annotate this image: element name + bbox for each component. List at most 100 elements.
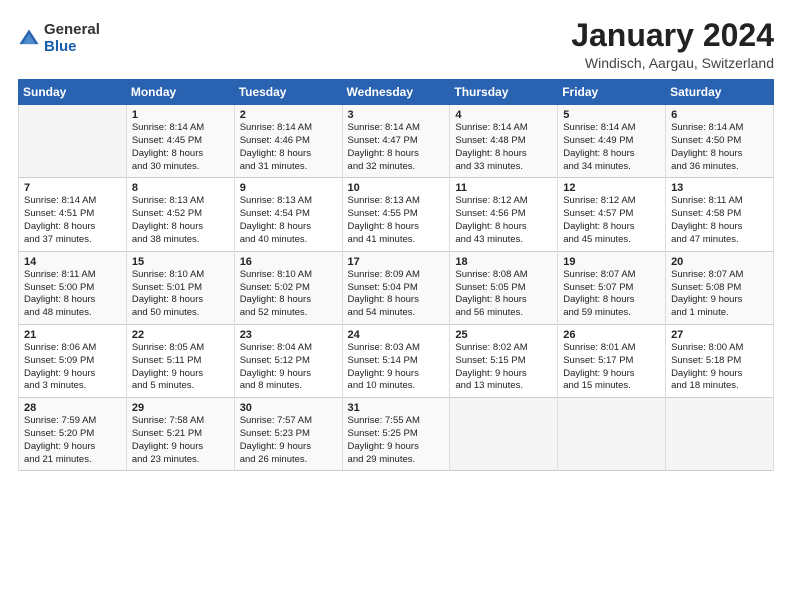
location: Windisch, Aargau, Switzerland	[571, 55, 774, 71]
day-number: 2	[240, 109, 337, 121]
day-info: Sunrise: 8:14 AMSunset: 4:45 PMDaylight:…	[132, 122, 229, 173]
day-info: Sunrise: 7:55 AMSunset: 5:25 PMDaylight:…	[348, 415, 445, 466]
day-info: Sunrise: 7:59 AMSunset: 5:20 PMDaylight:…	[24, 415, 121, 466]
calendar-cell: 3Sunrise: 8:14 AMSunset: 4:47 PMDaylight…	[342, 105, 450, 178]
calendar-cell: 23Sunrise: 8:04 AMSunset: 5:12 PMDayligh…	[234, 324, 342, 397]
day-number: 26	[563, 329, 660, 341]
day-info: Sunrise: 8:14 AMSunset: 4:46 PMDaylight:…	[240, 122, 337, 173]
header-friday: Friday	[558, 80, 666, 105]
header-wednesday: Wednesday	[342, 80, 450, 105]
day-info: Sunrise: 8:14 AMSunset: 4:51 PMDaylight:…	[24, 195, 121, 246]
calendar-cell	[19, 105, 127, 178]
day-number: 27	[671, 329, 768, 341]
day-number: 16	[240, 256, 337, 268]
calendar-cell: 4Sunrise: 8:14 AMSunset: 4:48 PMDaylight…	[450, 105, 558, 178]
day-number: 7	[24, 182, 121, 194]
day-number: 3	[348, 109, 445, 121]
calendar-cell: 20Sunrise: 8:07 AMSunset: 5:08 PMDayligh…	[666, 251, 774, 324]
day-number: 4	[455, 109, 552, 121]
day-number: 28	[24, 402, 121, 414]
calendar-cell: 13Sunrise: 8:11 AMSunset: 4:58 PMDayligh…	[666, 178, 774, 251]
day-number: 6	[671, 109, 768, 121]
day-info: Sunrise: 8:14 AMSunset: 4:47 PMDaylight:…	[348, 122, 445, 173]
calendar-cell: 8Sunrise: 8:13 AMSunset: 4:52 PMDaylight…	[126, 178, 234, 251]
calendar-cell: 26Sunrise: 8:01 AMSunset: 5:17 PMDayligh…	[558, 324, 666, 397]
header-thursday: Thursday	[450, 80, 558, 105]
day-info: Sunrise: 8:02 AMSunset: 5:15 PMDaylight:…	[455, 342, 552, 393]
calendar-cell: 19Sunrise: 8:07 AMSunset: 5:07 PMDayligh…	[558, 251, 666, 324]
day-number: 13	[671, 182, 768, 194]
calendar-cell: 2Sunrise: 8:14 AMSunset: 4:46 PMDaylight…	[234, 105, 342, 178]
day-number: 17	[348, 256, 445, 268]
day-info: Sunrise: 8:14 AMSunset: 4:49 PMDaylight:…	[563, 122, 660, 173]
calendar-cell: 21Sunrise: 8:06 AMSunset: 5:09 PMDayligh…	[19, 324, 127, 397]
calendar-cell: 31Sunrise: 7:55 AMSunset: 5:25 PMDayligh…	[342, 398, 450, 471]
day-number: 23	[240, 329, 337, 341]
day-number: 24	[348, 329, 445, 341]
day-info: Sunrise: 7:57 AMSunset: 5:23 PMDaylight:…	[240, 415, 337, 466]
calendar-cell: 9Sunrise: 8:13 AMSunset: 4:54 PMDaylight…	[234, 178, 342, 251]
day-info: Sunrise: 8:12 AMSunset: 4:56 PMDaylight:…	[455, 195, 552, 246]
calendar-cell: 15Sunrise: 8:10 AMSunset: 5:01 PMDayligh…	[126, 251, 234, 324]
calendar-cell: 28Sunrise: 7:59 AMSunset: 5:20 PMDayligh…	[19, 398, 127, 471]
logo-icon	[18, 28, 40, 50]
header-sunday: Sunday	[19, 80, 127, 105]
calendar-cell: 14Sunrise: 8:11 AMSunset: 5:00 PMDayligh…	[19, 251, 127, 324]
calendar-cell: 5Sunrise: 8:14 AMSunset: 4:49 PMDaylight…	[558, 105, 666, 178]
calendar-cell: 29Sunrise: 7:58 AMSunset: 5:21 PMDayligh…	[126, 398, 234, 471]
calendar-cell	[666, 398, 774, 471]
header: General Blue January 2024 Windisch, Aarg…	[18, 18, 774, 71]
day-info: Sunrise: 8:00 AMSunset: 5:18 PMDaylight:…	[671, 342, 768, 393]
day-number: 9	[240, 182, 337, 194]
calendar-table: Sunday Monday Tuesday Wednesday Thursday…	[18, 79, 774, 471]
day-number: 1	[132, 109, 229, 121]
month-title: January 2024	[571, 18, 774, 53]
calendar-cell: 27Sunrise: 8:00 AMSunset: 5:18 PMDayligh…	[666, 324, 774, 397]
title-block: January 2024 Windisch, Aargau, Switzerla…	[571, 18, 774, 71]
day-info: Sunrise: 8:09 AMSunset: 5:04 PMDaylight:…	[348, 269, 445, 320]
day-number: 20	[671, 256, 768, 268]
day-number: 5	[563, 109, 660, 121]
day-info: Sunrise: 8:07 AMSunset: 5:07 PMDaylight:…	[563, 269, 660, 320]
day-info: Sunrise: 8:10 AMSunset: 5:02 PMDaylight:…	[240, 269, 337, 320]
calendar-cell: 18Sunrise: 8:08 AMSunset: 5:05 PMDayligh…	[450, 251, 558, 324]
logo-text: General Blue	[44, 22, 100, 55]
day-number: 30	[240, 402, 337, 414]
day-number: 18	[455, 256, 552, 268]
day-number: 12	[563, 182, 660, 194]
day-info: Sunrise: 8:03 AMSunset: 5:14 PMDaylight:…	[348, 342, 445, 393]
logo: General Blue	[18, 22, 100, 55]
logo-blue-text: Blue	[44, 39, 100, 56]
day-info: Sunrise: 8:06 AMSunset: 5:09 PMDaylight:…	[24, 342, 121, 393]
calendar-cell	[450, 398, 558, 471]
day-info: Sunrise: 8:13 AMSunset: 4:55 PMDaylight:…	[348, 195, 445, 246]
day-number: 10	[348, 182, 445, 194]
calendar-cell	[558, 398, 666, 471]
day-info: Sunrise: 8:14 AMSunset: 4:50 PMDaylight:…	[671, 122, 768, 173]
calendar-cell: 24Sunrise: 8:03 AMSunset: 5:14 PMDayligh…	[342, 324, 450, 397]
day-info: Sunrise: 8:05 AMSunset: 5:11 PMDaylight:…	[132, 342, 229, 393]
day-info: Sunrise: 8:10 AMSunset: 5:01 PMDaylight:…	[132, 269, 229, 320]
day-info: Sunrise: 8:13 AMSunset: 4:54 PMDaylight:…	[240, 195, 337, 246]
week-row-5: 28Sunrise: 7:59 AMSunset: 5:20 PMDayligh…	[19, 398, 774, 471]
calendar-cell: 6Sunrise: 8:14 AMSunset: 4:50 PMDaylight…	[666, 105, 774, 178]
day-number: 14	[24, 256, 121, 268]
calendar-cell: 11Sunrise: 8:12 AMSunset: 4:56 PMDayligh…	[450, 178, 558, 251]
day-info: Sunrise: 7:58 AMSunset: 5:21 PMDaylight:…	[132, 415, 229, 466]
week-row-3: 14Sunrise: 8:11 AMSunset: 5:00 PMDayligh…	[19, 251, 774, 324]
calendar-cell: 10Sunrise: 8:13 AMSunset: 4:55 PMDayligh…	[342, 178, 450, 251]
header-row: Sunday Monday Tuesday Wednesday Thursday…	[19, 80, 774, 105]
calendar-cell: 17Sunrise: 8:09 AMSunset: 5:04 PMDayligh…	[342, 251, 450, 324]
day-info: Sunrise: 8:13 AMSunset: 4:52 PMDaylight:…	[132, 195, 229, 246]
calendar-cell: 16Sunrise: 8:10 AMSunset: 5:02 PMDayligh…	[234, 251, 342, 324]
header-tuesday: Tuesday	[234, 80, 342, 105]
day-info: Sunrise: 8:11 AMSunset: 5:00 PMDaylight:…	[24, 269, 121, 320]
day-info: Sunrise: 8:07 AMSunset: 5:08 PMDaylight:…	[671, 269, 768, 320]
calendar-cell: 22Sunrise: 8:05 AMSunset: 5:11 PMDayligh…	[126, 324, 234, 397]
day-number: 21	[24, 329, 121, 341]
day-info: Sunrise: 8:04 AMSunset: 5:12 PMDaylight:…	[240, 342, 337, 393]
header-saturday: Saturday	[666, 80, 774, 105]
day-info: Sunrise: 8:12 AMSunset: 4:57 PMDaylight:…	[563, 195, 660, 246]
week-row-2: 7Sunrise: 8:14 AMSunset: 4:51 PMDaylight…	[19, 178, 774, 251]
calendar-cell: 25Sunrise: 8:02 AMSunset: 5:15 PMDayligh…	[450, 324, 558, 397]
